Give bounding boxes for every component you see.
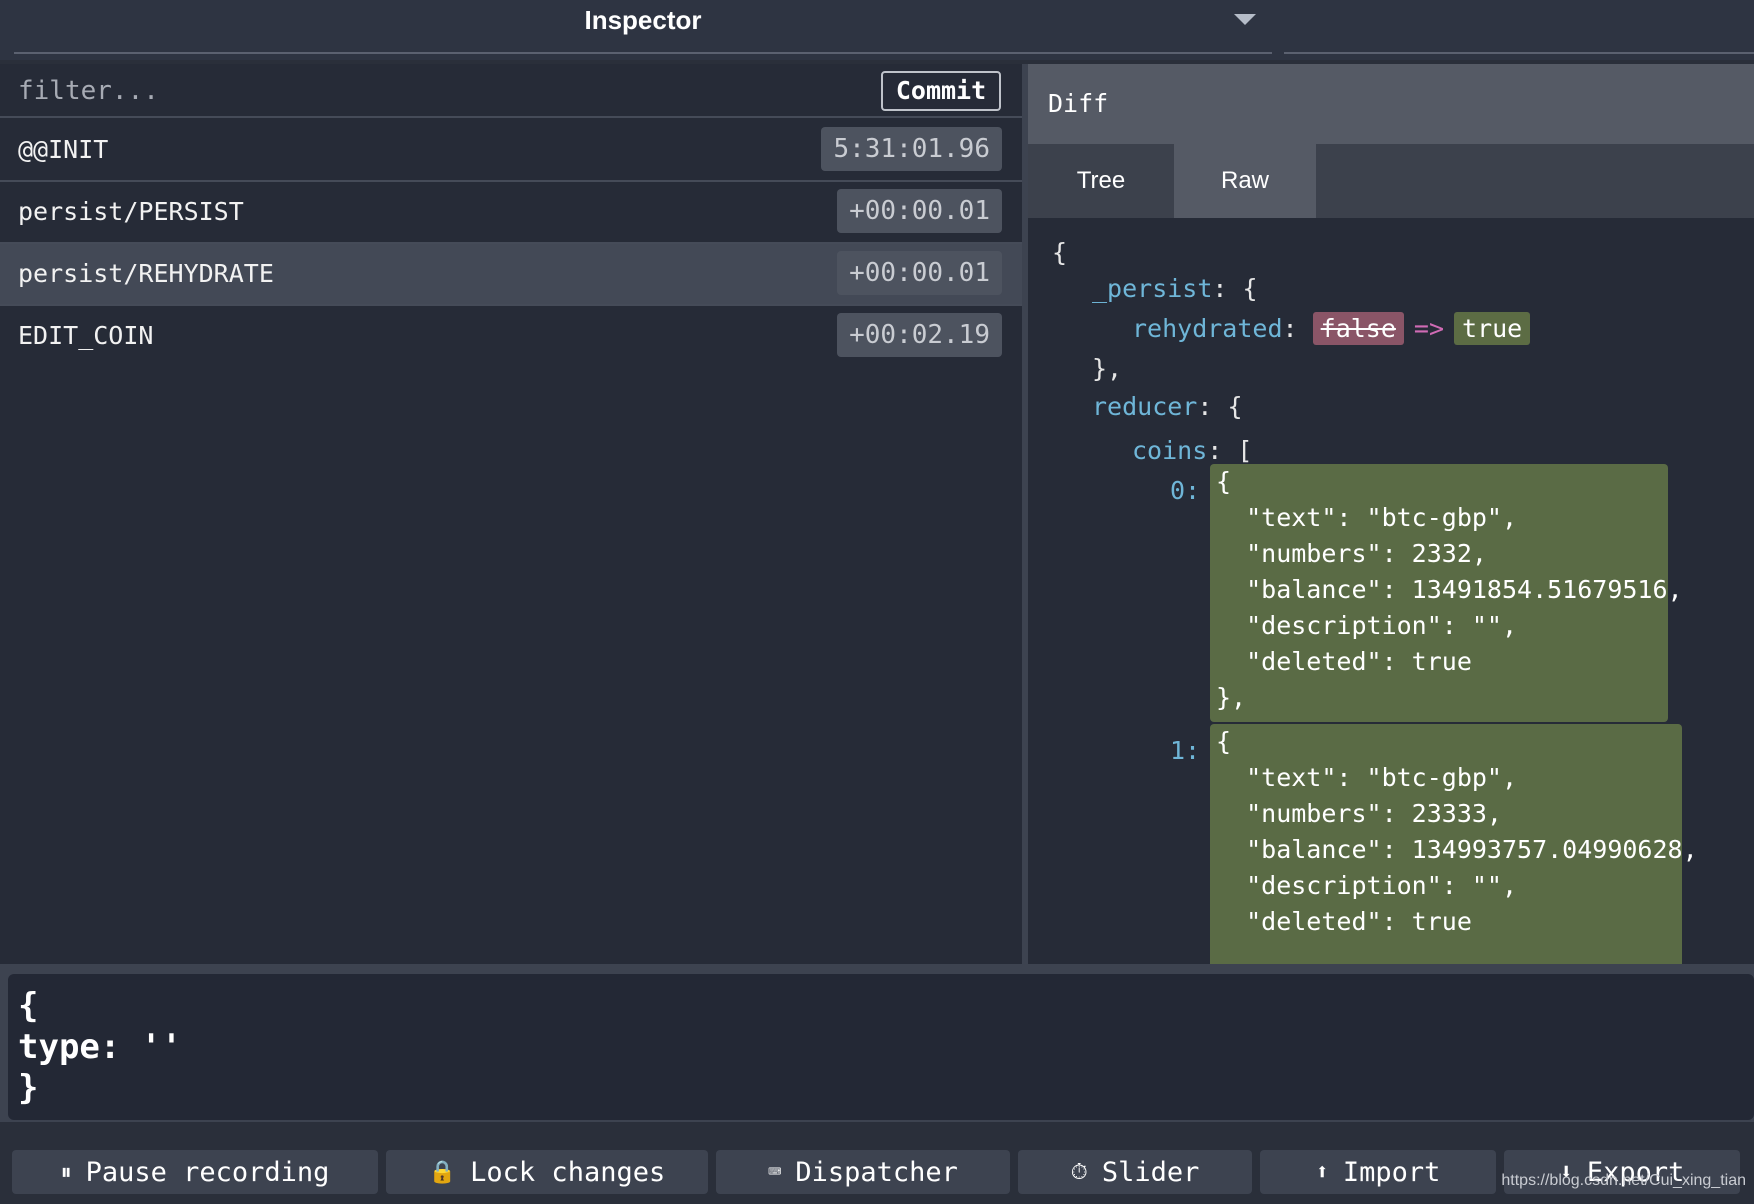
monitor-select[interactable]: Inspector [14, 0, 1272, 40]
punct-text: }, [1092, 354, 1123, 383]
bottom-toolbar: ⏸ Pause recording 🔒 Lock changes ⌨ Dispa… [0, 1122, 1754, 1204]
monitor-header: Inspector [0, 0, 1754, 60]
json-line: "balance": 13491854.51679516, [1216, 575, 1683, 604]
action-name: @@INIT [18, 135, 109, 164]
action-name: EDIT_COIN [18, 321, 154, 350]
action-row[interactable]: persist/PERSIST +00:00.01 [0, 182, 1022, 244]
dispatcher-panel: { type: '' } [0, 964, 1754, 1122]
json-line: "text": "btc-gbp", [1216, 503, 1518, 532]
watermark: https://blog.csdn.net/Cui_xing_tian [1501, 1172, 1746, 1189]
added-value: true [1454, 312, 1531, 345]
punct-text: : { [1212, 274, 1258, 303]
action-timestamp[interactable]: 5:31:01.96 [821, 127, 1002, 171]
monitor-select-underline [14, 52, 1272, 54]
button-label: Slider [1101, 1156, 1200, 1188]
json-line: "deleted": true [1216, 647, 1472, 676]
tab-tree[interactable]: Tree [1028, 144, 1174, 218]
diff-pane: Diff Tree Raw { _persist: { rehydrated: … [1028, 64, 1754, 964]
pause-circle-icon: ⏸ [60, 1159, 72, 1185]
diff-tabs: Tree Raw [1028, 144, 1754, 218]
reducer-key[interactable]: reducer [1092, 392, 1197, 421]
action-timestamp[interactable]: +00:00.01 [837, 189, 1002, 233]
upload-icon: ⬆ [1315, 1159, 1329, 1185]
slider-button[interactable]: ⏱ Slider [1018, 1150, 1252, 1194]
json-line: rehydrated: false => true [1132, 312, 1531, 345]
json-line: "deleted": true [1216, 907, 1472, 936]
filter-input[interactable] [8, 72, 868, 110]
action-name: persist/REHYDRATE [18, 259, 274, 288]
lock-icon: 🔒 [428, 1159, 457, 1185]
json-line: "balance": 134993757.04990628, [1216, 835, 1698, 864]
json-line: "description": "", [1216, 611, 1518, 640]
action-editor[interactable]: { type: '' } [8, 974, 1754, 1120]
colon-text: : [1282, 314, 1298, 343]
removed-value: false [1312, 312, 1404, 345]
action-timestamp[interactable]: +00:00.01 [837, 251, 1002, 295]
punct-text: : { [1197, 392, 1243, 421]
diff-header: Diff [1028, 64, 1754, 144]
json-line: { [1216, 727, 1232, 756]
rehydrated-key[interactable]: rehydrated [1132, 314, 1283, 343]
json-line: "text": "btc-gbp", [1216, 763, 1518, 792]
stopwatch-icon: ⏱ [1070, 1159, 1088, 1185]
diff-arrow: => [1413, 314, 1445, 343]
diff-content: { _persist: { rehydrated: false => true },… [1028, 218, 1754, 964]
commit-button[interactable]: Commit [881, 71, 1001, 111]
persist-key[interactable]: _persist [1092, 274, 1212, 303]
lock-changes-button[interactable]: 🔒 Lock changes [386, 1150, 708, 1194]
coin-index[interactable]: 0: [1170, 476, 1200, 505]
coins-key[interactable]: coins [1132, 436, 1207, 465]
json-line: _persist: { [1092, 274, 1258, 303]
json-line: "description": "", [1216, 871, 1518, 900]
import-button[interactable]: ⬆ Import [1260, 1150, 1496, 1194]
filter-bar: Commit [0, 64, 1022, 118]
json-line: reducer: { [1092, 392, 1243, 421]
json-line: { [1052, 238, 1067, 267]
button-label: Import [1342, 1156, 1441, 1188]
chevron-down-icon[interactable] [1234, 14, 1256, 25]
json-line: coins: [ [1132, 436, 1252, 465]
json-line: "numbers": 2332, [1216, 539, 1487, 568]
json-line: "numbers": 23333, [1216, 799, 1502, 828]
json-line: }, [1216, 683, 1247, 712]
button-label: Dispatcher [795, 1156, 958, 1188]
instance-select-underline[interactable] [1284, 52, 1754, 54]
action-timestamp[interactable]: +00:02.19 [837, 313, 1002, 357]
tab-raw[interactable]: Raw [1174, 144, 1316, 218]
brace-text: { [1052, 238, 1068, 267]
action-row-selected[interactable]: persist/REHYDRATE +00:00.01 [0, 244, 1022, 306]
button-label: Lock changes [470, 1156, 666, 1188]
added-object-block: { "text": "btc-gbp", "numbers": 23333, "… [1210, 724, 1698, 964]
pause-recording-button[interactable]: ⏸ Pause recording [12, 1150, 378, 1194]
json-line: }, [1092, 354, 1122, 383]
action-row[interactable]: @@INIT 5:31:01.96 [0, 120, 1022, 182]
diff-title[interactable]: Diff [1048, 64, 1108, 144]
button-label: Pause recording [85, 1156, 330, 1188]
dispatcher-button[interactable]: ⌨ Dispatcher [716, 1150, 1010, 1194]
coin-index[interactable]: 1: [1170, 736, 1200, 765]
action-row[interactable]: EDIT_COIN +00:02.19 [0, 306, 1022, 368]
added-object-block: { "text": "btc-gbp", "numbers": 2332, "b… [1210, 464, 1683, 722]
action-name: persist/PERSIST [18, 197, 244, 226]
keyboard-icon: ⌨ [768, 1159, 782, 1185]
action-list-pane: Commit @@INIT 5:31:01.96 persist/PERSIST… [0, 64, 1022, 964]
json-line: { [1216, 467, 1232, 496]
punct-text: : [ [1207, 436, 1253, 465]
action-editor-text[interactable]: { type: '' } [18, 986, 182, 1109]
